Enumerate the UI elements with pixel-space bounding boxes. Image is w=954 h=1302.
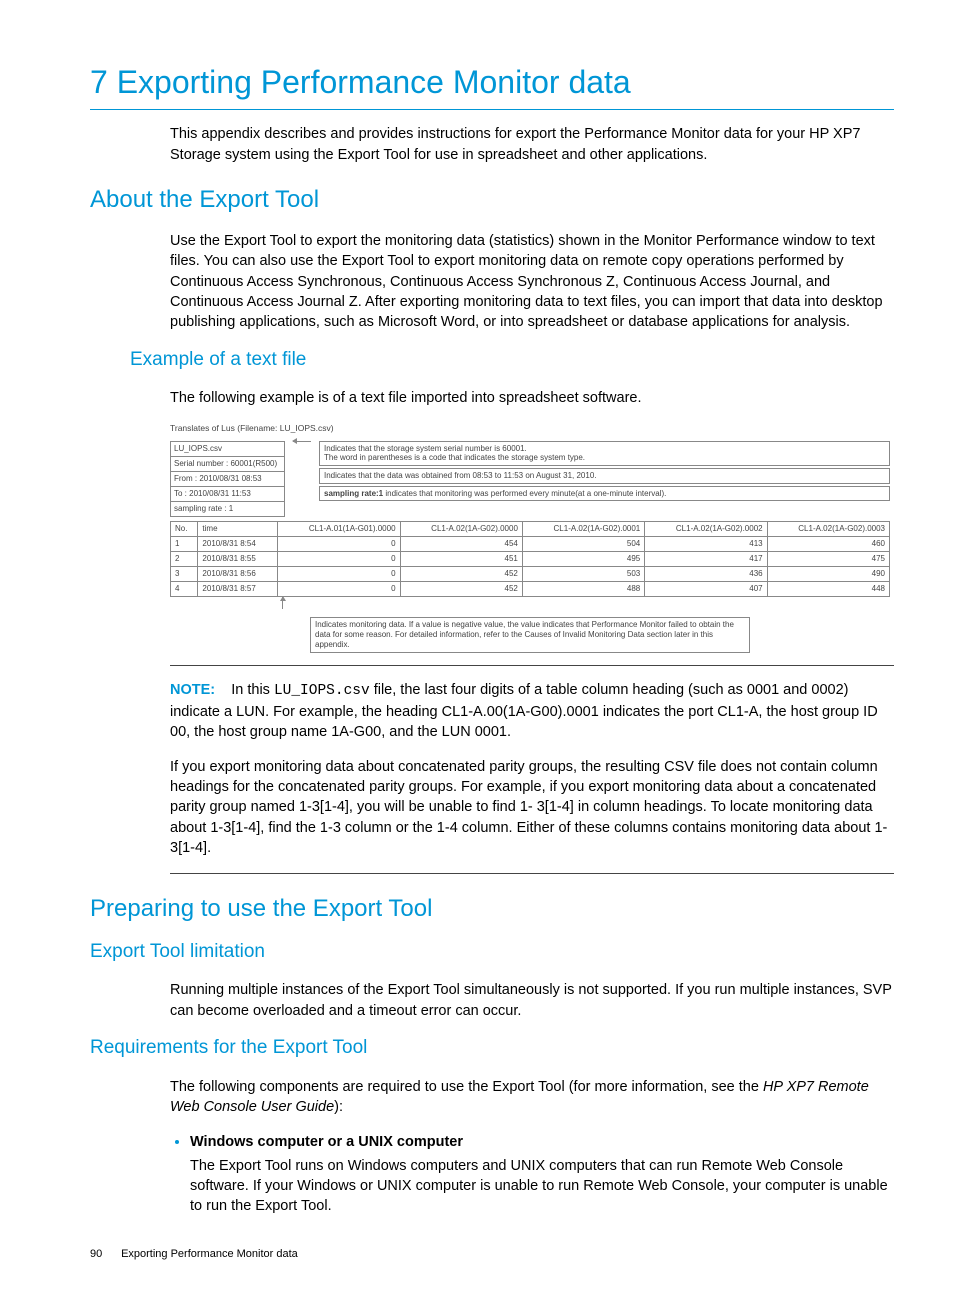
requirements-paragraph: The following components are required to… [170,1077,894,1118]
figure-left-column: LU_IOPS.csv Serial number : 60001(R500) … [170,441,285,517]
divider [170,665,894,666]
table-row: 22010/8/31 8:550451495417475 [171,551,890,566]
table-header: CL1-A.02(1A-G02).0001 [522,521,644,536]
example-heading: Example of a text file [130,347,894,374]
example-paragraph: The following example is of a text file … [170,388,894,408]
limitation-paragraph: Running multiple instances of the Export… [170,980,894,1021]
table-row: 12010/8/31 8:540454504413460 [171,536,890,551]
table-row: 32010/8/31 8:560452503436490 [171,566,890,581]
about-heading: About the Export Tool [90,183,894,217]
example-figure: Translates of Lus (Filename: LU_IOPS.csv… [170,423,890,653]
callout-arrow [282,597,890,609]
note-paragraph: If you export monitoring data about conc… [170,757,894,858]
callout-box: Indicates that the storage system serial… [319,441,890,466]
table-header: time [198,521,278,536]
figure-cell: From : 2010/08/31 08:53 [171,471,285,486]
callout-box: sampling rate:1 indicates that monitorin… [319,486,890,502]
note-text: In this [231,682,274,698]
table-header: CL1-A.01(1A-G01).0000 [278,521,400,536]
figure-data-table: No. time CL1-A.01(1A-G01).0000 CL1-A.02(… [170,521,890,597]
page-title: 7 Exporting Performance Monitor data [90,60,894,110]
note-paragraph: NOTE: In this LU_IOPS.csv file, the last… [170,680,894,742]
list-item-body: The Export Tool runs on Windows computer… [190,1156,894,1217]
table-header: CL1-A.02(1A-G02).0000 [400,521,522,536]
preparing-heading: Preparing to use the Export Tool [90,892,894,926]
requirements-list: Windows computer or a UNIX computer The … [170,1132,894,1217]
figure-cell: LU_IOPS.csv [171,441,285,456]
note-code: LU_IOPS.csv [274,683,370,699]
table-row: 42010/8/31 8:570452488407448 [171,581,890,596]
note-label: NOTE: [170,682,215,698]
callout-box: Indicates that the data was obtained fro… [319,468,890,484]
figure-cell: To : 2010/08/31 11:53 [171,486,285,501]
intro-paragraph: This appendix describes and provides ins… [170,124,894,165]
page-number: 90 [90,1247,118,1262]
page-footer: 90 Exporting Performance Monitor data [90,1247,894,1262]
requirements-heading: Requirements for the Export Tool [90,1035,894,1062]
list-item: Windows computer or a UNIX computer The … [190,1132,894,1217]
callout-strong: sampling rate:1 [324,489,383,498]
callout-box: Indicates monitoring data. If a value is… [310,617,750,653]
list-item-title: Windows computer or a UNIX computer [190,1134,463,1150]
about-paragraph: Use the Export Tool to export the monito… [170,231,894,332]
divider [170,873,894,874]
footer-label: Exporting Performance Monitor data [121,1248,298,1260]
table-header: CL1-A.02(1A-G02).0002 [645,521,767,536]
req-text: ): [334,1099,343,1115]
figure-caption: Translates of Lus (Filename: LU_IOPS.csv… [170,423,890,435]
figure-cell: sampling rate : 1 [171,501,285,516]
figure-cell: Serial number : 60001(R500) [171,456,285,471]
table-header: CL1-A.02(1A-G02).0003 [767,521,889,536]
callout-text: indicates that monitoring was performed … [383,489,666,498]
req-text: The following components are required to… [170,1079,763,1095]
limitation-heading: Export Tool limitation [90,939,894,966]
table-header: No. [171,521,198,536]
